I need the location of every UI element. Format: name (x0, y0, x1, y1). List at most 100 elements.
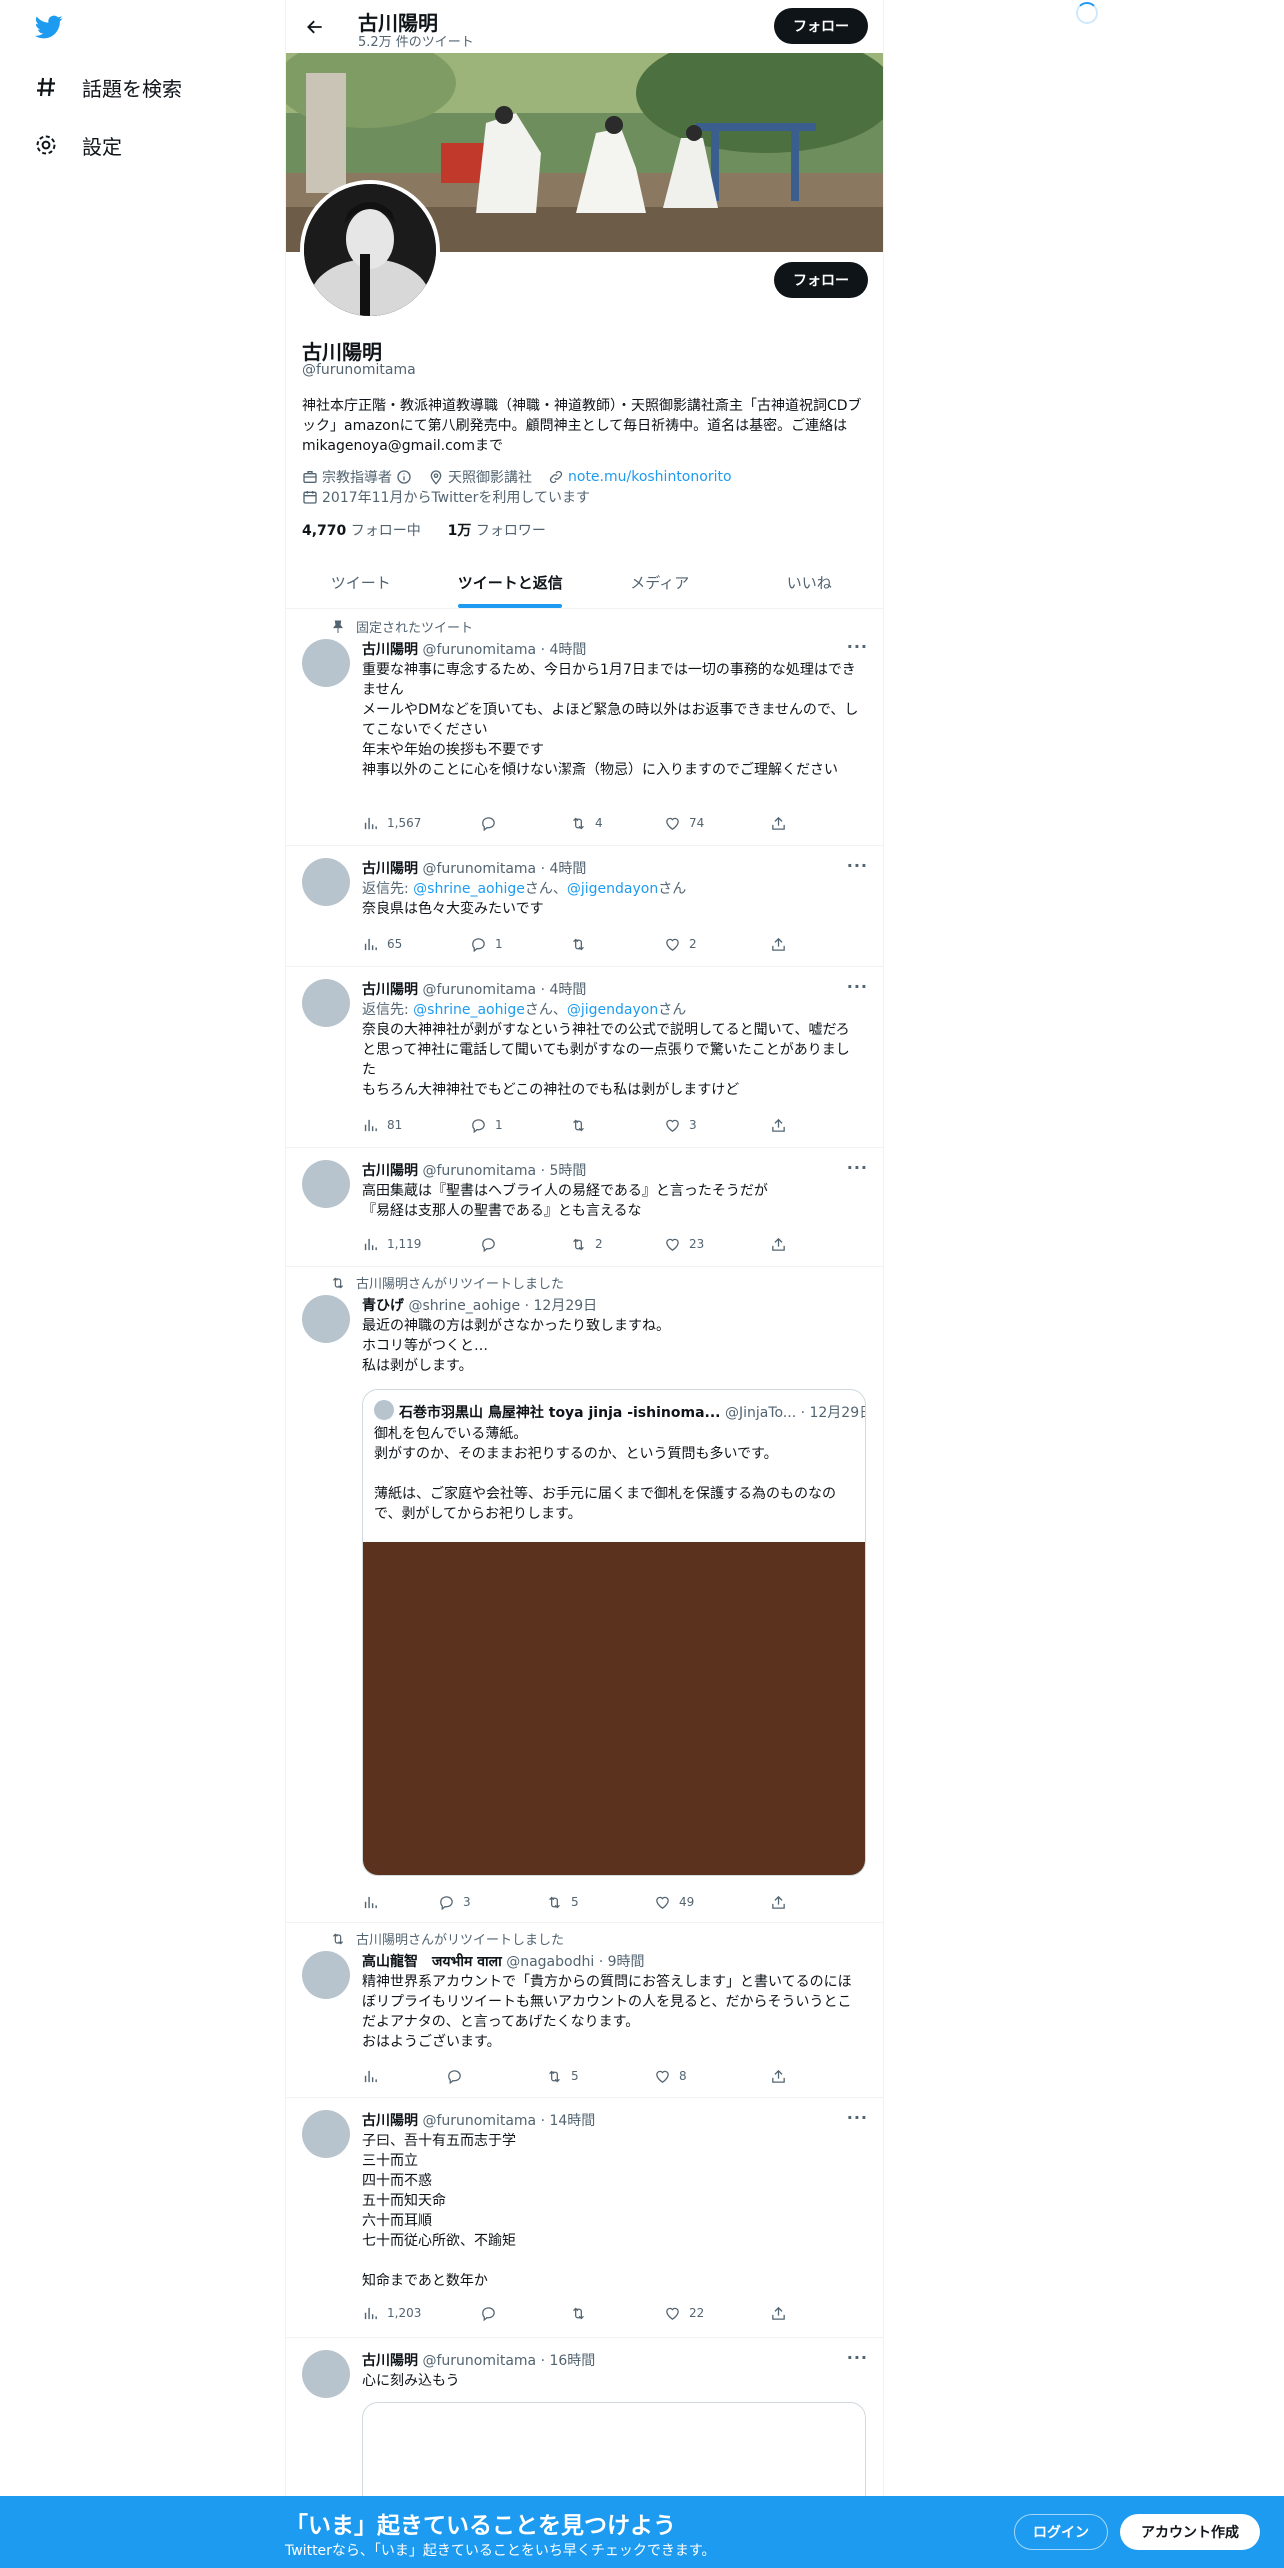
tweet-time[interactable]: · 4時間 (541, 861, 587, 877)
avatar[interactable] (302, 1160, 350, 1208)
retweet-button[interactable]: 5 (546, 1892, 579, 1912)
reply-button[interactable] (480, 813, 505, 833)
author-name[interactable]: 古川陽明 (362, 982, 418, 998)
nav-explore[interactable]: 話題を検索 (34, 67, 182, 107)
views-button[interactable]: 81 (362, 1115, 402, 1135)
author-handle[interactable]: @furunomitama (422, 642, 536, 658)
author-name[interactable]: 青ひげ (362, 1298, 404, 1314)
retweet-button[interactable] (570, 934, 595, 954)
tweet-item[interactable]: 古川陽明 @furunomitama · 4時間 ··· 返信先: @shrin… (286, 846, 883, 967)
retweet-label[interactable]: 古川陽明さんがリツイートしました (356, 1273, 564, 1292)
retweet-button[interactable]: 2 (570, 1234, 603, 1254)
tweet-item[interactable]: 古川陽明 @furunomitama · 4時間 ··· 返信先: @shrin… (286, 967, 883, 1148)
author-name[interactable]: 高山龍智 जयभीम वाला (362, 1954, 502, 1970)
avatar[interactable] (302, 639, 350, 687)
header-follow-button[interactable]: フォロー (774, 8, 868, 44)
author-handle[interactable]: @furunomitama (422, 1163, 536, 1179)
signup-button[interactable]: アカウント作成 (1120, 2514, 1260, 2550)
retweet-label[interactable]: 古川陽明さんがリツイートしました (356, 1929, 564, 1948)
like-button[interactable]: 2 (664, 934, 697, 954)
share-button[interactable] (770, 2066, 787, 2086)
more-options-icon[interactable]: ··· (847, 637, 868, 656)
tweet-item[interactable]: 固定されたツイート 古川陽明 @furunomitama · 4時間 ··· 重… (286, 609, 883, 846)
author-handle[interactable]: @furunomitama (422, 2113, 536, 2129)
author-name[interactable]: 古川陽明 (362, 642, 418, 658)
tweet-item[interactable]: 古川陽明 @furunomitama · 14時間 ··· 子曰、吾十有五而志于… (286, 2098, 883, 2338)
views-button[interactable]: 65 (362, 934, 402, 954)
views-button[interactable] (362, 1892, 387, 1912)
author-name[interactable]: 古川陽明 (362, 2353, 418, 2369)
more-options-icon[interactable]: ··· (847, 856, 868, 875)
share-button[interactable] (770, 1234, 787, 1254)
like-button[interactable]: 74 (664, 813, 704, 833)
reply-user-link[interactable]: @jigendayon (567, 1002, 658, 1018)
reply-button[interactable]: 3 (438, 1892, 471, 1912)
login-button[interactable]: ログイン (1014, 2514, 1108, 2550)
share-button[interactable] (770, 1892, 787, 1912)
following-link[interactable]: 4,770 フォロー中 (302, 523, 421, 539)
avatar[interactable] (302, 2350, 350, 2398)
views-button[interactable] (362, 2066, 387, 2086)
like-button[interactable]: 8 (654, 2066, 687, 2086)
reply-button[interactable]: 1 (470, 934, 503, 954)
tweet-item[interactable]: 古川陽明 @furunomitama · 5時間 ··· 高田集蔵は『聖書はヘブ… (286, 1148, 883, 1267)
quote-image[interactable] (363, 1542, 865, 1875)
profile-follow-button[interactable]: フォロー (774, 262, 868, 298)
avatar[interactable] (302, 1951, 350, 1999)
like-button[interactable]: 23 (664, 1234, 704, 1254)
like-button[interactable]: 3 (664, 1115, 697, 1135)
tweet-item[interactable]: 古川陽明さんがリツイートしました 高山龍智 जयभीम वाला @nagabo… (286, 1923, 883, 2098)
quoted-tweet[interactable]: 石巻市羽黒山 鳥屋神社 toya jinja -ishinoma... @Jin… (362, 1389, 866, 1876)
author-handle[interactable]: @furunomitama (422, 861, 536, 877)
reply-button[interactable] (480, 1234, 505, 1254)
profile-url-link[interactable]: note.mu/koshintonorito (568, 469, 732, 485)
info-icon[interactable] (396, 469, 412, 485)
retweet-button[interactable] (570, 2303, 595, 2323)
tweet-time[interactable]: · 4時間 (541, 982, 587, 998)
share-button[interactable] (770, 813, 787, 833)
author-name[interactable]: 古川陽明 (362, 2113, 418, 2129)
share-button[interactable] (770, 934, 787, 954)
retweet-button[interactable]: 4 (570, 813, 603, 833)
avatar[interactable] (302, 858, 350, 906)
retweet-button[interactable]: 5 (546, 2066, 579, 2086)
tab-tweets[interactable]: ツイート (286, 556, 436, 608)
author-name[interactable]: 古川陽明 (362, 861, 418, 877)
reply-button[interactable] (446, 2066, 471, 2086)
avatar[interactable] (302, 1295, 350, 1343)
back-button[interactable] (298, 10, 332, 44)
nav-settings[interactable]: 設定 (34, 125, 122, 165)
avatar[interactable] (302, 2110, 350, 2158)
twitter-bird-icon[interactable] (33, 13, 65, 41)
more-options-icon[interactable]: ··· (847, 2348, 868, 2367)
retweet-button[interactable] (570, 1115, 595, 1135)
more-options-icon[interactable]: ··· (847, 2108, 868, 2127)
avatar[interactable] (302, 979, 350, 1027)
share-button[interactable] (770, 2303, 787, 2323)
views-button[interactable]: 1,567 (362, 813, 421, 833)
like-button[interactable]: 22 (664, 2303, 704, 2323)
author-handle[interactable]: @furunomitama (422, 2353, 536, 2369)
tweet-time[interactable]: · 14時間 (541, 2113, 596, 2129)
author-handle[interactable]: @shrine_aohige (408, 1298, 520, 1314)
tab-media[interactable]: メディア (585, 556, 735, 608)
author-handle[interactable]: @nagabodhi (506, 1954, 594, 1970)
author-handle[interactable]: @furunomitama (422, 982, 536, 998)
views-button[interactable]: 1,203 (362, 2303, 421, 2323)
tab-tweets-and-replies[interactable]: ツイートと返信 (436, 556, 586, 608)
tweet-time[interactable]: · 5時間 (541, 1163, 587, 1179)
tweet-time[interactable]: · 12月29日 (525, 1298, 598, 1314)
reply-button[interactable]: 1 (470, 1115, 503, 1135)
share-button[interactable] (770, 1115, 787, 1135)
followers-link[interactable]: 1万 フォロワー (448, 523, 546, 539)
tweet-time[interactable]: · 4時間 (541, 642, 587, 658)
profile-avatar[interactable] (300, 180, 440, 320)
more-options-icon[interactable]: ··· (847, 977, 868, 996)
more-options-icon[interactable]: ··· (847, 1158, 868, 1177)
reply-button[interactable] (480, 2303, 505, 2323)
like-button[interactable]: 49 (654, 1892, 694, 1912)
reply-user-link[interactable]: @shrine_aohige (413, 1002, 525, 1018)
reply-user-link[interactable]: @shrine_aohige (413, 881, 525, 897)
tweet-time[interactable]: · 9時間 (599, 1954, 645, 1970)
author-name[interactable]: 古川陽明 (362, 1163, 418, 1179)
